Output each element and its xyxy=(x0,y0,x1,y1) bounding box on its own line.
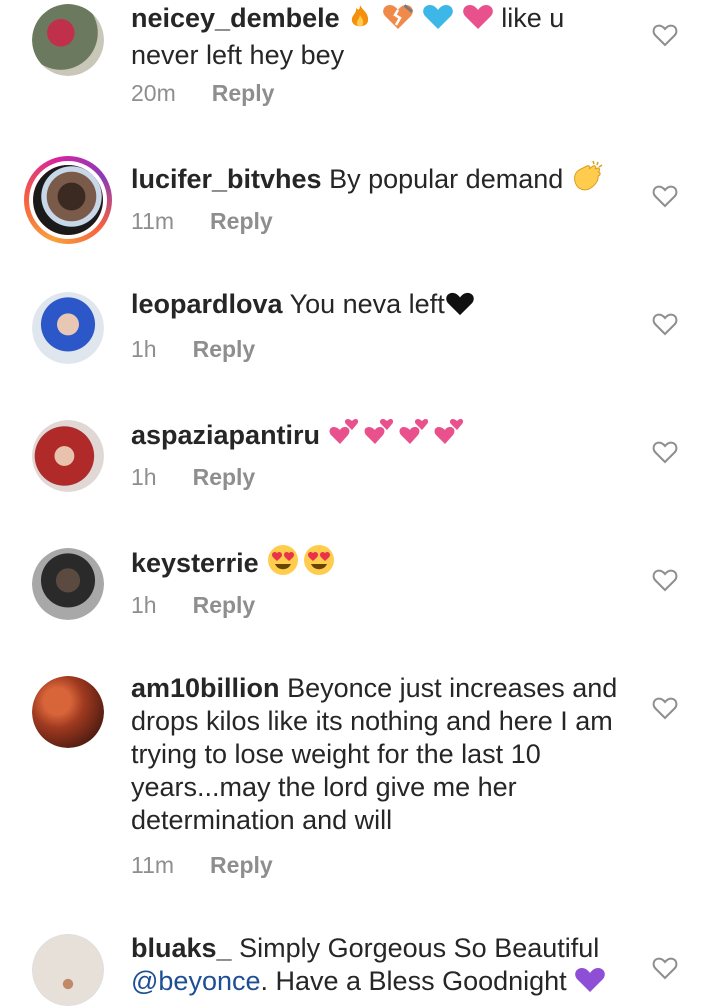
comment-username[interactable]: lucifer_bitvhes xyxy=(131,164,322,194)
purple-heart-emoji-icon xyxy=(574,966,606,1002)
reply-button[interactable]: Reply xyxy=(193,464,256,490)
comment-username[interactable]: neicey_dembele xyxy=(131,3,340,33)
avatar[interactable] xyxy=(32,548,104,620)
comment-username[interactable]: keysterrie xyxy=(131,548,259,578)
heart-outline-icon[interactable] xyxy=(652,439,678,465)
comment-username[interactable]: am10billion xyxy=(131,673,280,703)
comment-time: 1h xyxy=(131,336,157,362)
story-avatar[interactable] xyxy=(24,156,112,244)
reply-button[interactable]: Reply xyxy=(210,208,273,234)
reply-button[interactable]: Reply xyxy=(193,336,256,362)
avatar[interactable] xyxy=(32,676,104,748)
avatar[interactable] xyxy=(32,420,104,492)
comment-meta: 1h Reply xyxy=(131,336,255,363)
mention-link[interactable]: @beyonce xyxy=(131,966,261,996)
comment-meta: 1h Reply xyxy=(131,592,255,619)
comment-text: Simply Gorgeous So Beautiful xyxy=(239,933,600,963)
reply-button[interactable]: Reply xyxy=(210,852,273,878)
avatar[interactable] xyxy=(32,4,104,76)
comment-body: aspaziapantiru xyxy=(131,416,631,456)
heart-eyes-emoji-icon xyxy=(266,544,338,584)
comment-username[interactable]: aspaziapantiru xyxy=(131,420,320,450)
comment-time: 1h xyxy=(131,464,157,490)
comment-meta: 11m Reply xyxy=(131,208,273,235)
comment-body: leopardlova You neva left xyxy=(131,288,631,325)
comment-time: 1h xyxy=(131,592,157,618)
comment-meta: 11m Reply xyxy=(131,852,273,879)
two-hearts-emoji-icon xyxy=(328,416,466,456)
comment-body: lucifer_bitvhes By popular demand xyxy=(131,160,631,200)
comment-body: neicey_dembele like u never left hey bey xyxy=(131,2,631,72)
avatar[interactable] xyxy=(32,934,104,1006)
comment-body: am10billion Beyonce just increases and d… xyxy=(131,672,631,837)
comment-text: By popular demand xyxy=(329,164,564,194)
comment-meta: 20m Reply xyxy=(131,80,274,107)
comment-username[interactable]: leopardlova xyxy=(131,289,283,319)
heart-outline-icon[interactable] xyxy=(652,955,678,981)
heart-outline-icon[interactable] xyxy=(652,695,678,721)
blue-heart-emoji-icon xyxy=(422,3,454,39)
clapping-hands-emoji-icon xyxy=(571,160,605,200)
comment-username[interactable]: bluaks_ xyxy=(131,933,232,963)
comment-body: keysterrie xyxy=(131,544,631,584)
heart-outline-icon[interactable] xyxy=(652,311,678,337)
heart-outline-icon[interactable] xyxy=(652,22,678,48)
broken-heart-emoji-icon xyxy=(381,3,415,39)
fire-emoji-icon xyxy=(347,3,373,39)
reply-button[interactable]: Reply xyxy=(193,592,256,618)
comment-body: bluaks_ Simply Gorgeous So Beautiful @be… xyxy=(131,932,631,1002)
avatar[interactable] xyxy=(32,292,104,364)
comment-text: You neva left xyxy=(289,289,445,319)
comment-time: 11m xyxy=(131,852,175,878)
heart-outline-icon[interactable] xyxy=(652,567,678,593)
comment-time: 20m xyxy=(131,80,176,106)
pink-heart-emoji-icon xyxy=(462,3,494,39)
comment-text-after: . Have a Bless Goodnight xyxy=(260,966,567,996)
reply-button[interactable]: Reply xyxy=(212,80,275,106)
heart-outline-icon[interactable] xyxy=(652,183,678,209)
comment-meta: 1h Reply xyxy=(131,464,255,491)
black-heart-emoji-icon xyxy=(445,291,475,325)
comment-time: 11m xyxy=(131,208,175,234)
